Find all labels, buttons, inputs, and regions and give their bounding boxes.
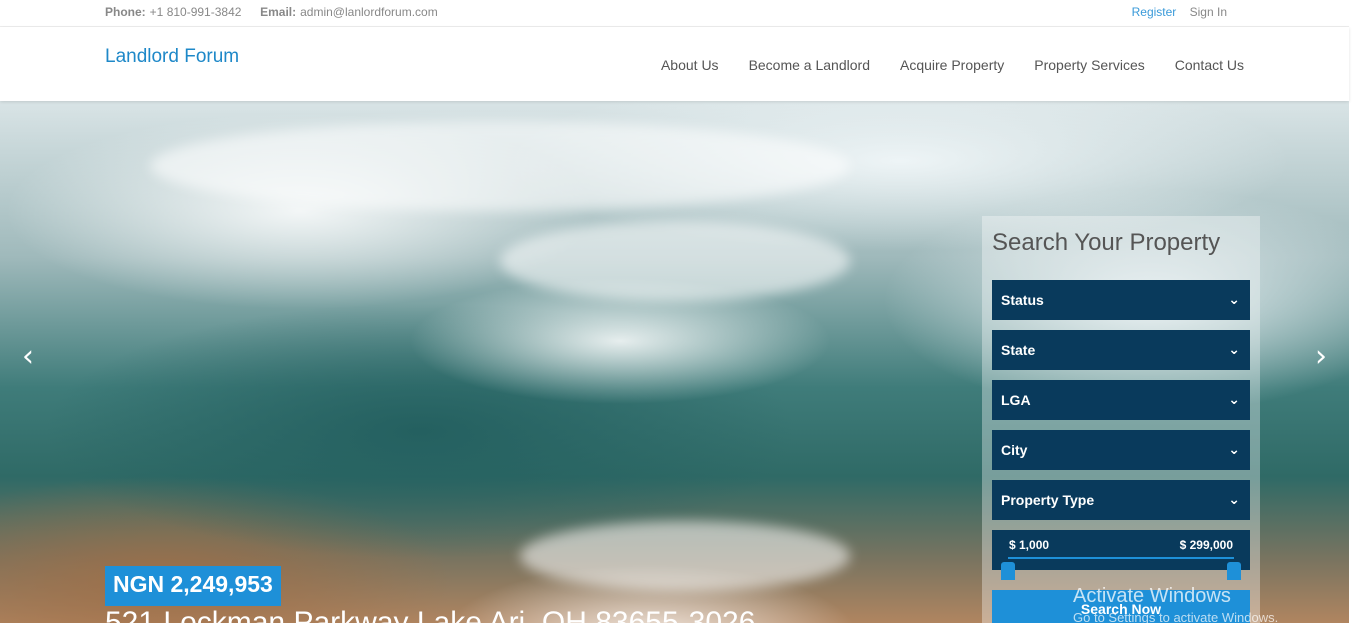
slider-handle-max[interactable] [1227, 562, 1241, 580]
state-select[interactable]: State ⌄ [992, 330, 1250, 370]
nav-acquire-property[interactable]: Acquire Property [900, 57, 1004, 73]
main-menu: About Us Become a Landlord Acquire Prope… [661, 57, 1244, 73]
wave-foam [500, 221, 850, 301]
main-navbar: Landlord Forum About Us Become a Landlor… [0, 27, 1349, 101]
price-badge: NGN 2,249,953 [105, 566, 281, 606]
top-bar: Phone: +1 810-991-3842 Email: admin@lanlor… [0, 0, 1349, 27]
chevron-down-icon: ⌄ [1228, 392, 1240, 408]
state-select-label: State [1001, 342, 1036, 358]
phone-value: +1 810-991-3842 [149, 5, 242, 19]
status-select[interactable]: Status ⌄ [992, 280, 1250, 320]
chevron-left-icon[interactable]: ‹ [16, 342, 40, 372]
search-panel: Search Your Property Status ⌄ State ⌄ LG… [982, 216, 1260, 623]
contact-info: Phone: +1 810-991-3842 Email: admin@lanlor… [105, 5, 438, 19]
nav-property-services[interactable]: Property Services [1034, 57, 1144, 73]
brand-logo[interactable]: Landlord Forum [105, 46, 239, 68]
register-link[interactable]: Register [1132, 5, 1177, 19]
chevron-down-icon: ⌄ [1228, 492, 1240, 508]
windows-activation-subtext: Go to Settings to activate Windows. [1073, 610, 1279, 623]
nav-become-landlord[interactable]: Become a Landlord [749, 57, 870, 73]
lga-select-label: LGA [1001, 392, 1031, 408]
chevron-down-icon: ⌄ [1228, 442, 1240, 458]
price-min-value: $ 1,000 [1009, 538, 1050, 552]
nav-about-us[interactable]: About Us [661, 57, 719, 73]
auth-links: Register Sign In [1132, 5, 1227, 19]
chevron-down-icon: ⌄ [1228, 342, 1240, 358]
chevron-down-icon: ⌄ [1228, 292, 1240, 308]
slider-handle-min[interactable] [1001, 562, 1015, 580]
city-select[interactable]: City ⌄ [992, 430, 1250, 470]
slider-track[interactable] [1008, 557, 1234, 559]
page-scrollbar[interactable] [1349, 0, 1366, 623]
windows-activation-watermark: Activate Windows [1073, 585, 1231, 607]
phone-label: Phone: [105, 5, 146, 19]
property-address[interactable]: 521 Lockman Parkway Lake Ari, OH 83655-3… [105, 606, 755, 623]
wave-foam [150, 121, 850, 211]
wave-foam [520, 521, 850, 591]
property-type-select[interactable]: Property Type ⌄ [992, 480, 1250, 520]
search-title: Search Your Property [992, 229, 1221, 256]
property-type-select-label: Property Type [1001, 492, 1095, 508]
price-range-slider[interactable]: $ 1,000 $ 299,000 [992, 530, 1250, 580]
status-select-label: Status [1001, 292, 1044, 308]
email-value: admin@lanlordforum.com [300, 5, 438, 19]
email-label: Email: [260, 5, 297, 19]
sign-in-link[interactable]: Sign In [1190, 5, 1227, 19]
chevron-right-icon[interactable]: › [1309, 342, 1333, 372]
lga-select[interactable]: LGA ⌄ [992, 380, 1250, 420]
nav-contact-us[interactable]: Contact Us [1175, 57, 1244, 73]
price-max-value: $ 299,000 [1179, 538, 1233, 552]
city-select-label: City [1001, 442, 1028, 458]
